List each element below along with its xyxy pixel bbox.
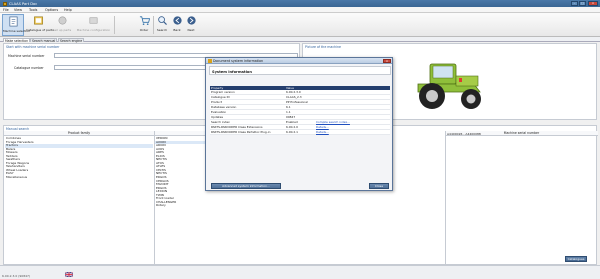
catalogue-button[interactable]: Catalogue of parts <box>26 14 54 36</box>
list-item[interactable]: Rotary <box>155 204 205 208</box>
tractor-image <box>417 63 481 109</box>
model-list: XERION AXION ARION AXOS ARES ELIOS NECTIS ATOS A… <box>155 136 205 208</box>
serial-range-text[interactable]: A4400026 - A4400088 <box>447 132 481 136</box>
setup-parts-button[interactable]: Set up parts <box>52 14 72 36</box>
details-link[interactable]: Details... <box>315 129 390 135</box>
catalogues-button[interactable]: Catalogues <box>565 256 587 262</box>
tab-make-selection[interactable]: Make selection <box>3 37 31 42</box>
toolbar-separator <box>153 16 154 34</box>
product-family-list: Combines Forage Harvesters Tractors Balers M… <box>5 136 153 180</box>
column-divider <box>445 131 446 265</box>
search-icon <box>157 16 167 25</box>
machine-selection-button[interactable]: Machine selection <box>2 14 30 36</box>
toolbar: Machine selection Catalogue of parts Set… <box>0 13 600 37</box>
back-icon <box>172 16 182 25</box>
back-button[interactable]: Back <box>171 14 183 36</box>
tab-search-engine[interactable]: Search engine <box>58 37 85 42</box>
dialog-heading: System information <box>212 69 252 74</box>
maximize-button[interactable]: □ <box>579 1 586 6</box>
catalogue-number-label: Catalogue number <box>14 66 44 70</box>
picture-panel-title: Picture of the machine <box>305 45 342 49</box>
dialog-close-button[interactable]: Close <box>369 183 389 189</box>
window-titlebar: CLAAS Part Doc – □ × <box>0 0 600 7</box>
setup-parts-icon <box>58 16 66 25</box>
search-button[interactable]: Search <box>155 14 169 36</box>
next-button[interactable]: Next <box>185 14 197 36</box>
tab-strip: Make selection Search manual Search engi… <box>0 37 600 42</box>
next-icon <box>186 16 196 25</box>
cart-icon <box>139 16 150 25</box>
machine-selection-icon <box>8 16 18 27</box>
table-row: PARTS-PARDODER Claas PartsDoc Plug-in 6.0… <box>210 129 390 135</box>
dialog-titlebar: Document system information × <box>206 58 392 64</box>
menu-help[interactable]: Help <box>64 8 72 12</box>
menu-options[interactable]: Options <box>45 8 58 12</box>
system-info-table: Property Value Program version 6.00.2.3.0… <box>210 86 390 135</box>
system-info-dialog: Document system information × System inf… <box>205 57 393 191</box>
product-family-header: Product family <box>4 131 154 136</box>
app-icon <box>3 1 7 6</box>
advanced-system-info-button[interactable]: Advanced system information... <box>211 183 281 189</box>
dialog-app-icon <box>208 59 212 63</box>
uk-flag-icon[interactable] <box>65 272 73 277</box>
dialog-title: Document system information <box>213 59 264 64</box>
machine-configuration-icon <box>89 17 98 24</box>
catalogue-icon <box>33 16 43 25</box>
tab-search-manual[interactable]: Search manual <box>30 37 58 42</box>
order-button[interactable]: Order <box>137 14 151 36</box>
list-item[interactable]: Miscellaneous <box>5 175 153 180</box>
close-window-button[interactable]: × <box>588 1 598 6</box>
menu-tools[interactable]: Tools <box>29 8 37 12</box>
window-title: CLAAS Part Doc <box>9 1 38 6</box>
dialog-close-icon[interactable]: × <box>383 58 391 63</box>
property-cell: PARTS-PARDODER Claas PartsDoc Plug-in <box>210 129 285 135</box>
minimize-button[interactable]: – <box>571 1 578 6</box>
selection-panel-title: Start with machine serial number <box>6 45 60 49</box>
menu-file[interactable]: File <box>3 8 9 12</box>
value-cell: 6.00.2.1 <box>285 129 315 135</box>
machine-configuration-button[interactable]: Machine configuration <box>76 14 111 36</box>
menu-view[interactable]: View <box>14 8 22 12</box>
status-bar: 6.00.2.3.0 (90847) <box>0 265 600 279</box>
version-status: 6.00.2.3.0 (90847) <box>2 273 31 278</box>
dialog-header: System information <box>209 66 391 75</box>
serial-number-label: Machine serial number <box>8 54 45 58</box>
toolbar-separator <box>114 16 115 34</box>
